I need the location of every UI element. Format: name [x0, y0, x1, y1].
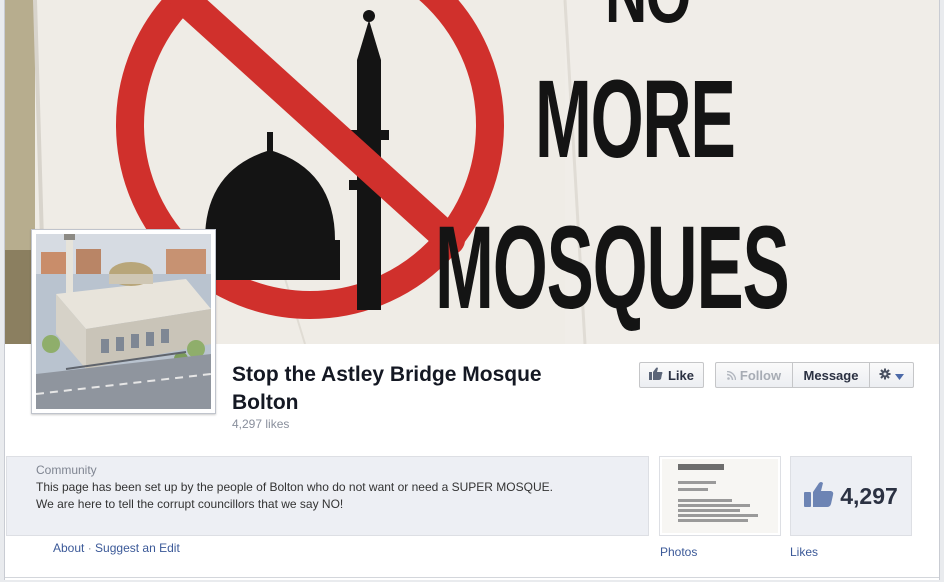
cover-text-mosques: MOSQUES: [435, 202, 790, 334]
like-button-label: Like: [667, 367, 694, 383]
suggest-edit-link[interactable]: Suggest an Edit: [95, 541, 180, 555]
page-timeline: NO MORE MOSQUES: [4, 0, 940, 580]
likes-tile-label[interactable]: Likes: [790, 545, 818, 559]
photos-tile-label[interactable]: Photos: [660, 545, 697, 559]
about-link[interactable]: About: [53, 541, 84, 555]
bottom-divider: [5, 577, 939, 578]
follow-button[interactable]: Follow: [716, 363, 793, 387]
rss-icon: [726, 368, 737, 383]
page-actions-group: Follow Message: [715, 362, 914, 388]
about-section: Community This page has been set up by t…: [6, 456, 649, 536]
profile-picture[interactable]: [31, 229, 216, 414]
follow-button-label: Follow: [739, 367, 782, 383]
message-button[interactable]: Message: [793, 363, 870, 387]
mosque-rendering-image: [35, 234, 212, 409]
thumbs-up-icon: [648, 367, 663, 383]
link-separator: ·: [87, 541, 92, 555]
message-button-label: Message: [803, 367, 859, 383]
caret-down-icon: [895, 368, 904, 383]
page-title: Stop the Astley Bridge Mosque Bolton: [232, 363, 542, 414]
likes-tile[interactable]: 4,297: [790, 456, 912, 536]
page-category[interactable]: Community: [36, 463, 619, 478]
page-description-line-1: This page has been set up by the people …: [36, 480, 553, 494]
cover-text-more: MORE: [535, 58, 736, 181]
page-description: This page has been set up by the people …: [36, 479, 619, 513]
thumbs-up-icon: [804, 481, 834, 512]
like-button[interactable]: Like: [639, 362, 704, 388]
page-description-line-2: We are here to tell the corrupt councill…: [36, 497, 344, 511]
about-links: About · Suggest an Edit: [53, 541, 180, 555]
photos-tile[interactable]: [659, 456, 781, 536]
photos-thumbnail: [662, 459, 778, 533]
page-likes-count[interactable]: 4,297 likes: [232, 417, 289, 431]
cover-text-no: NO: [605, 0, 691, 41]
gear-icon: [879, 368, 891, 383]
likes-tile-count: 4,297: [840, 482, 898, 509]
settings-menu-button[interactable]: [870, 363, 913, 387]
